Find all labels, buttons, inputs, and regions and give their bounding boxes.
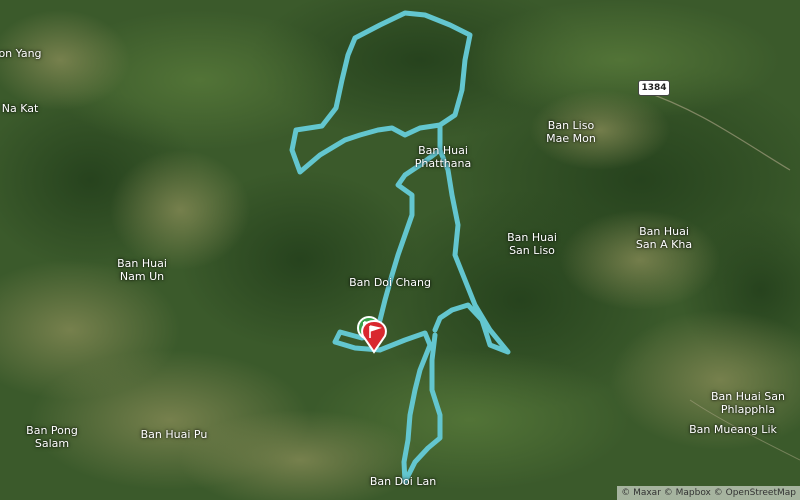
map-viewport[interactable]: on Yang Na Kat Ban Huai Nam Un Ban Pong Sa… xyxy=(0,0,800,500)
road-shield: 1384 xyxy=(638,80,670,96)
place-label: Ban Huai Nam Un xyxy=(117,257,167,283)
place-label: Ban Huai San Phlapphla xyxy=(711,390,785,416)
place-label: on Yang xyxy=(0,47,42,60)
place-label: Na Kat xyxy=(1,102,39,115)
place-label: Ban Huai San Liso xyxy=(507,231,557,257)
place-label: Ban Mueang Lik xyxy=(689,423,777,436)
place-label: Ban Doi Lan xyxy=(369,475,437,488)
map-attribution[interactable]: © Maxar © Mapbox © OpenStreetMap xyxy=(617,486,800,500)
place-label: Ban Huai San A Kha xyxy=(635,225,693,251)
place-label: Ban Liso Mae Mon xyxy=(546,119,596,145)
place-label: Ban Huai Pu xyxy=(140,428,208,441)
place-label: Ban Doi Chang xyxy=(349,276,431,289)
place-label: Ban Huai Phatthana xyxy=(414,144,472,170)
finish-flag-icon[interactable] xyxy=(361,319,387,354)
place-label: Ban Pong Salam xyxy=(26,424,78,450)
